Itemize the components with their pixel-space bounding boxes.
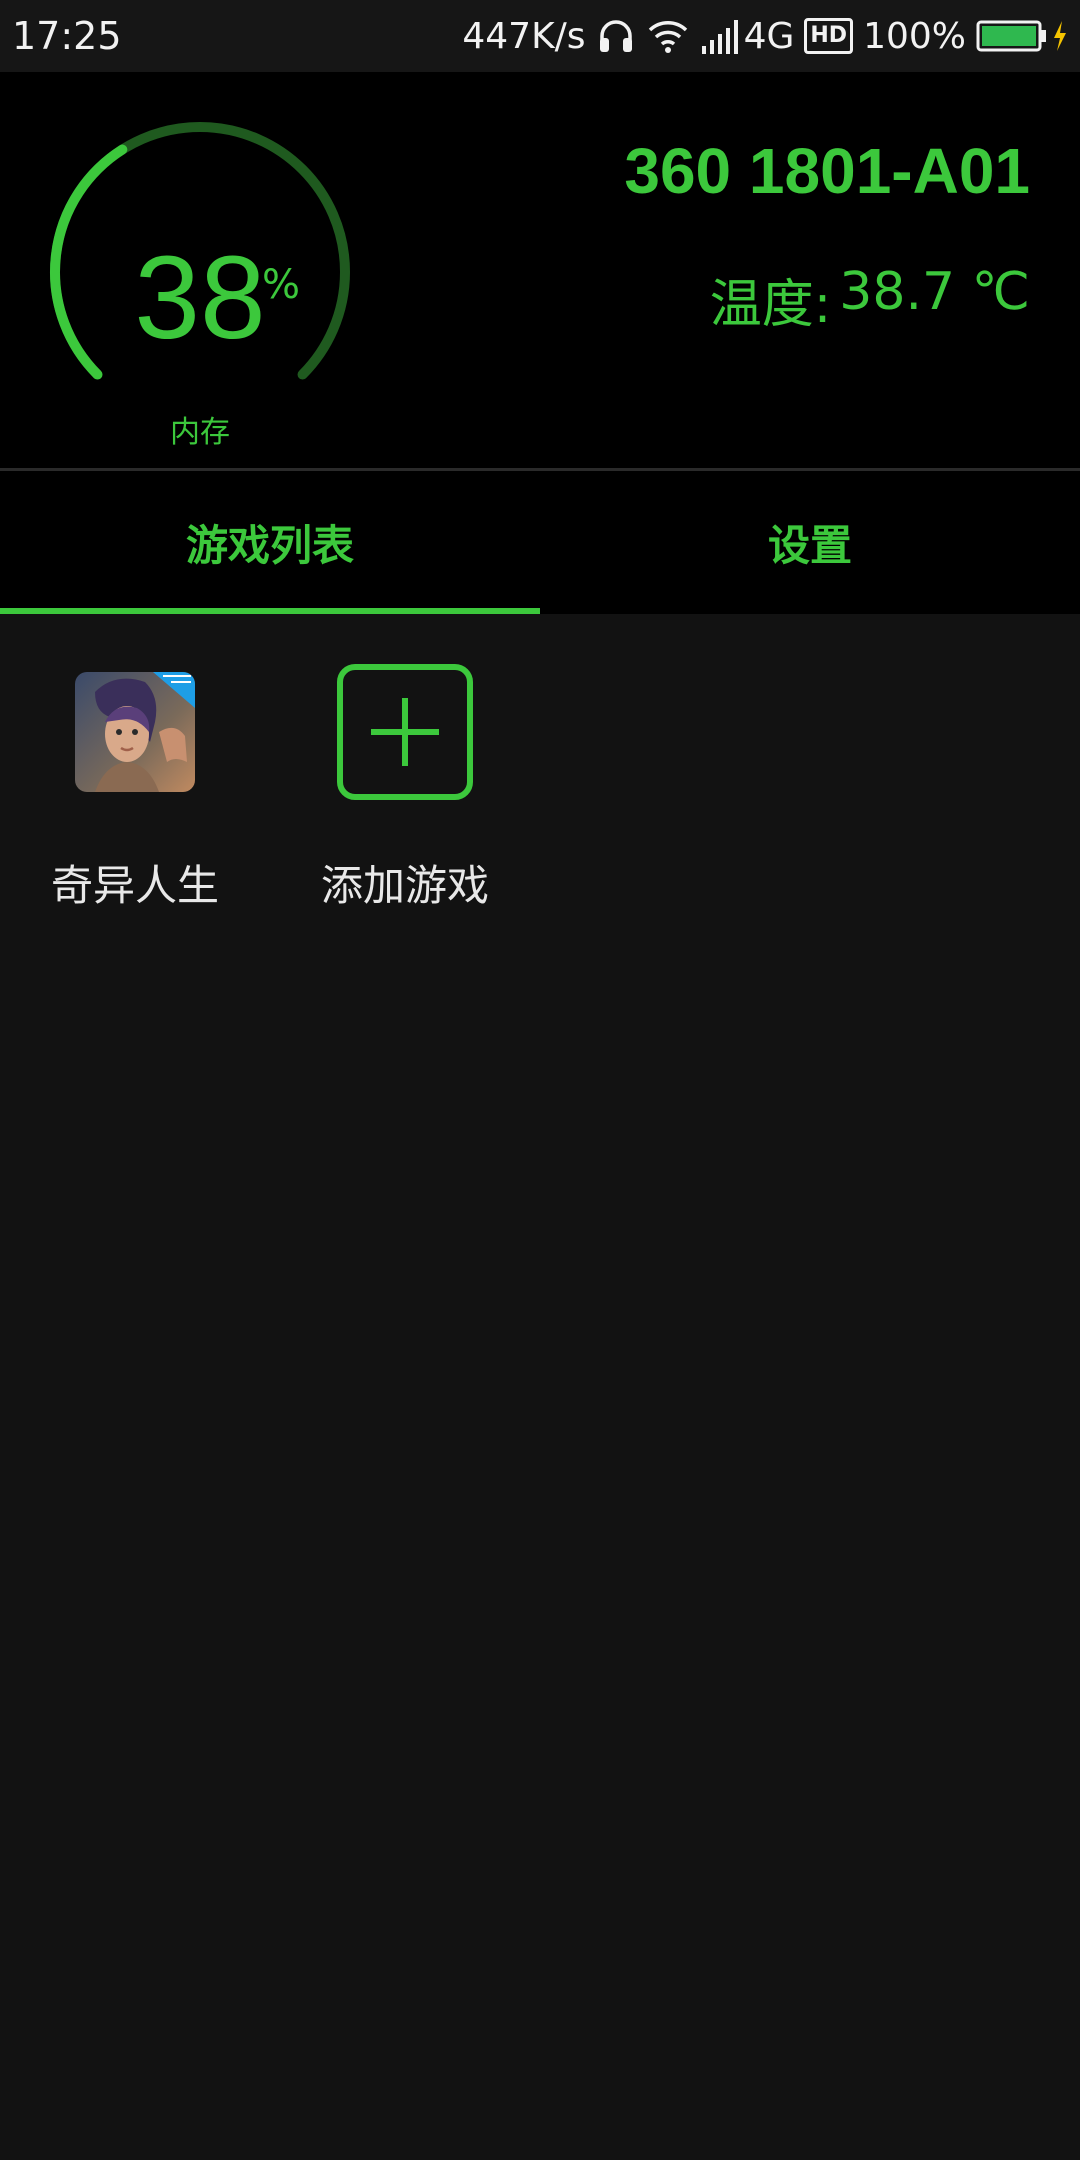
add-icon — [337, 664, 473, 800]
battery-percent: 100% — [863, 15, 966, 57]
battery-icon — [976, 19, 1068, 53]
status-time: 17:25 — [12, 14, 122, 58]
wifi-icon — [646, 16, 690, 56]
monitor-panel: 38 % 内存 360 1801-A01 温度: 38.7 ℃ — [0, 72, 1080, 468]
tab-settings[interactable]: 设置 — [540, 471, 1080, 614]
net-speed: 447K/s — [462, 15, 586, 57]
temperature-value: 38.7 ℃ — [839, 262, 1030, 322]
temperature-row: 温度: 38.7 ℃ — [710, 262, 1030, 337]
tab-bar: 游戏列表 设置 — [0, 471, 1080, 614]
signal-icon — [700, 16, 742, 56]
temperature-label: 温度: — [709, 275, 832, 335]
hd-icon: HD — [804, 18, 854, 54]
add-game-label: 添加游戏 — [320, 861, 489, 910]
game-cover-icon — [75, 672, 195, 792]
memory-gauge: 38 % 内存 — [40, 112, 360, 450]
status-icons: 447K/s 4G HD 100% — [462, 10, 1068, 62]
device-name: 360 1801-A01 — [624, 135, 1030, 207]
status-bar: 17:25 447K/s 4G HD 100% — [0, 0, 1080, 72]
game-name: 奇异人生 — [50, 861, 219, 910]
memory-percent: 38 — [134, 232, 266, 364]
tab-indicator — [0, 608, 540, 614]
tab-game-list[interactable]: 游戏列表 — [0, 471, 540, 614]
memory-unit: % — [262, 262, 301, 308]
charging-icon — [1054, 21, 1066, 51]
headphones-icon — [596, 16, 636, 56]
network-type: 4G — [743, 15, 795, 57]
memory-label: 内存 — [170, 415, 230, 450]
